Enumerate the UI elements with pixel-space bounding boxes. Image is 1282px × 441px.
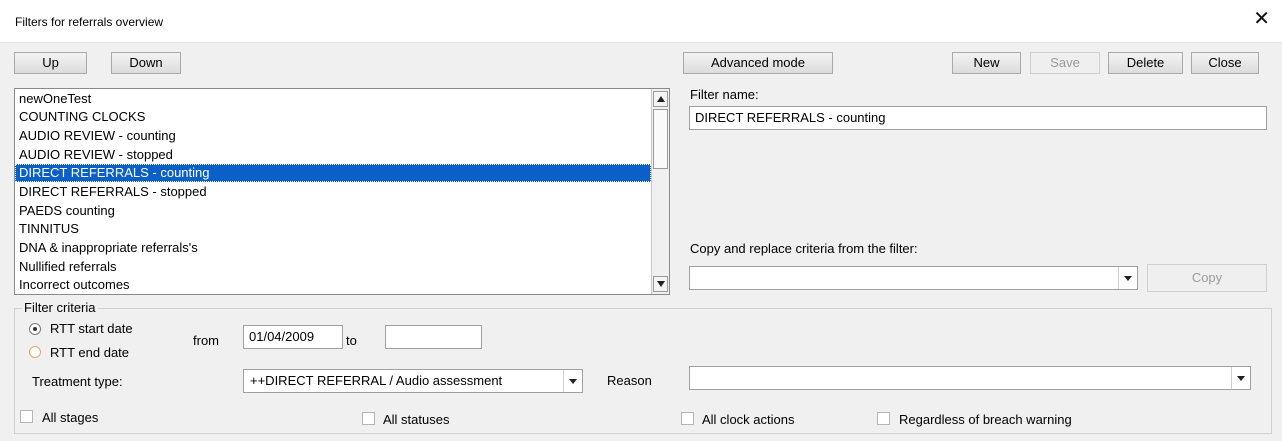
delete-button[interactable]: Delete <box>1108 52 1183 74</box>
rtt-end-label: RTT end date <box>50 345 130 360</box>
list-item[interactable]: newOneTest <box>15 90 651 108</box>
copy-button[interactable]: Copy <box>1147 264 1267 292</box>
copy-filter-select[interactable] <box>689 266 1138 290</box>
up-button[interactable]: Up <box>14 52 87 74</box>
treatment-type-value: ++DIRECT REFERRAL / Audio assessment <box>250 373 503 388</box>
list-item[interactable]: TINNITUS <box>15 220 651 238</box>
copy-criteria-label: Copy and replace criteria from the filte… <box>690 241 918 256</box>
rtt-end-radio[interactable] <box>29 346 41 358</box>
list-item[interactable]: AUDIO REVIEW - counting <box>15 127 651 145</box>
treatment-type-label: Treatment type: <box>32 374 123 389</box>
window-title: Filters for referrals overview <box>15 15 164 29</box>
reason-label: Reason <box>607 373 652 388</box>
list-item-selected[interactable]: DIRECT REFERRALS - counting <box>15 164 651 182</box>
scroll-down-button[interactable] <box>653 276 668 292</box>
filter-criteria-title: Filter criteria <box>22 300 98 315</box>
list-item[interactable]: Incorrect outcomes <box>15 276 651 294</box>
filter-list[interactable]: newOneTest COUNTING CLOCKS AUDIO REVIEW … <box>14 88 670 295</box>
list-item[interactable]: Nullified referrals <box>15 258 651 276</box>
list-item[interactable]: DNA & inappropriate referrals's <box>15 239 651 257</box>
list-item[interactable]: AUDIO REVIEW - stopped <box>15 146 651 164</box>
to-label: to <box>346 333 357 348</box>
all-stages-checkbox[interactable] <box>20 410 33 423</box>
all-stages-label: All stages <box>42 410 99 425</box>
filter-name-label: Filter name: <box>690 87 759 102</box>
down-button[interactable]: Down <box>111 52 181 74</box>
dropdown-arrow-icon[interactable] <box>1118 267 1137 289</box>
dropdown-arrow-icon[interactable] <box>563 370 582 392</box>
scroll-up-button[interactable] <box>653 91 668 107</box>
all-clock-actions-label: All clock actions <box>702 412 795 427</box>
all-statuses-label: All statuses <box>383 412 450 427</box>
from-date-input[interactable]: 01/04/2009 <box>243 325 343 349</box>
list-scrollbar[interactable] <box>651 89 669 294</box>
filter-name-input[interactable]: DIRECT REFERRALS - counting <box>689 106 1267 130</box>
new-button[interactable]: New <box>952 52 1021 74</box>
advanced-mode-button[interactable]: Advanced mode <box>683 52 833 74</box>
save-button[interactable]: Save <box>1030 52 1100 74</box>
all-statuses-checkbox[interactable] <box>362 412 375 425</box>
close-icon[interactable]: ✕ <box>1253 9 1270 29</box>
list-item[interactable]: COUNTING CLOCKS <box>15 108 651 126</box>
reason-select[interactable] <box>689 366 1251 390</box>
to-date-input[interactable] <box>385 325 482 349</box>
chevron-down-icon <box>657 281 665 287</box>
chevron-up-icon <box>657 96 665 102</box>
close-button[interactable]: Close <box>1191 52 1259 74</box>
rtt-start-label: RTT start date <box>50 321 133 336</box>
title-bar: Filters for referrals overview ✕ <box>0 0 1282 43</box>
list-item[interactable]: PAEDS counting <box>15 202 651 220</box>
from-label: from <box>193 333 219 348</box>
breach-warning-checkbox[interactable] <box>877 412 890 425</box>
dropdown-arrow-icon[interactable] <box>1231 367 1250 389</box>
treatment-type-select[interactable]: ++DIRECT REFERRAL / Audio assessment <box>243 369 583 393</box>
all-clock-actions-checkbox[interactable] <box>681 412 694 425</box>
rtt-start-radio[interactable] <box>29 323 41 335</box>
breach-warning-label: Regardless of breach warning <box>899 412 1072 427</box>
scroll-thumb[interactable] <box>653 109 668 169</box>
list-item[interactable]: DIRECT REFERRALS - stopped <box>15 183 651 201</box>
